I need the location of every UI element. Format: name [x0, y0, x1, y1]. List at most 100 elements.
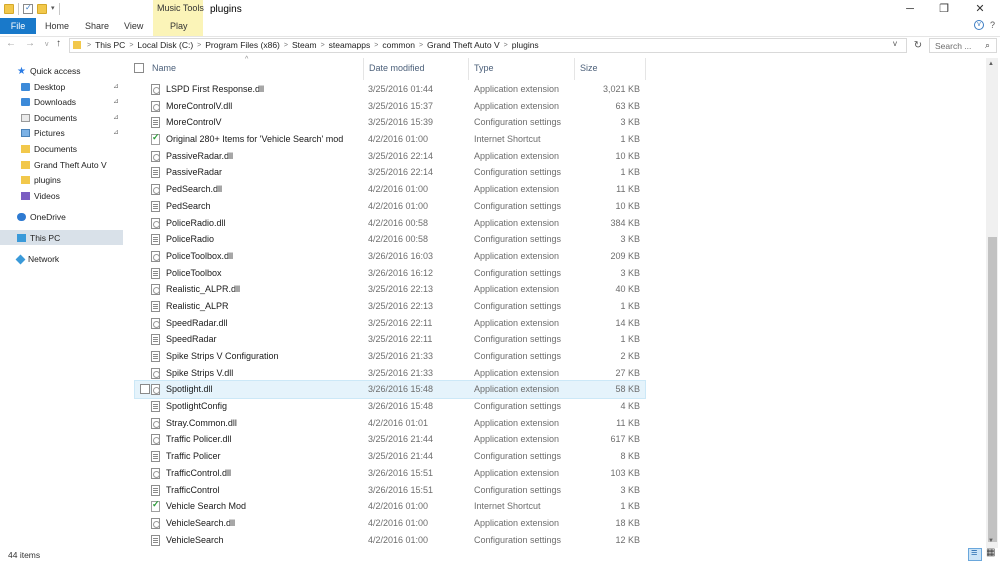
- file-row[interactable]: PedSearch 4/2/2016 01:00 Configuration set…: [135, 198, 645, 215]
- file-row[interactable]: MoreControlV.dll 3/25/2016 15:37 Applicati…: [135, 98, 645, 115]
- file-row[interactable]: LSPD First Response.dll 3/25/2016 01:44 Ap…: [135, 81, 645, 98]
- file-row[interactable]: PedSearch.dll 4/2/2016 01:00 Application e…: [135, 181, 645, 198]
- sidebar-item-plugins[interactable]: plugins: [21, 173, 61, 187]
- column-header-type[interactable]: Type: [474, 63, 494, 77]
- column-divider[interactable]: [468, 58, 469, 80]
- sidebar-item-this-pc[interactable]: This PC: [0, 230, 123, 245]
- file-row[interactable]: PoliceToolbox 3/26/2016 16:12 Configuratio…: [135, 265, 645, 282]
- config-file-icon: [151, 267, 160, 279]
- folder-icon: [4, 4, 14, 14]
- address-history-chevron-icon[interactable]: v: [893, 39, 897, 48]
- config-file-icon: [151, 300, 160, 312]
- breadcrumb-program-files[interactable]: Program Files (x86): [202, 40, 283, 50]
- recent-locations-chevron-icon[interactable]: v: [45, 41, 49, 48]
- file-row[interactable]: Realistic_ALPR.dll 3/25/2016 22:13 Applica…: [135, 281, 645, 298]
- forward-button[interactable]: →: [25, 38, 35, 49]
- close-button[interactable]: ✕: [964, 0, 996, 18]
- properties-icon[interactable]: [23, 3, 33, 14]
- sidebar-item-videos[interactable]: Videos: [21, 189, 60, 203]
- new-folder-icon[interactable]: [37, 4, 47, 14]
- sidebar-item-documents-folder[interactable]: Documents: [21, 142, 77, 156]
- file-size: 1 KB: [620, 134, 640, 145]
- file-date: 3/25/2016 21:33: [368, 367, 434, 378]
- file-row[interactable]: SpotlightConfig 3/26/2016 15:48 Configurat…: [135, 398, 645, 415]
- file-row[interactable]: VehicleSearch.dll 4/2/2016 01:00 Applicati…: [135, 515, 645, 532]
- file-row[interactable]: Spotlight.dll 3/26/2016 15:48 Application …: [134, 380, 646, 400]
- select-all-checkbox[interactable]: [134, 63, 144, 73]
- file-row[interactable]: PoliceRadio.dll 4/2/2016 00:58 Application…: [135, 215, 645, 232]
- dll-file-icon: [151, 284, 160, 296]
- breadcrumb-this-pc[interactable]: This PC: [92, 40, 128, 50]
- column-header-date[interactable]: Date modified: [369, 63, 425, 77]
- tab-home[interactable]: Home: [45, 18, 69, 34]
- breadcrumb-plugins[interactable]: plugins: [509, 40, 542, 50]
- column-divider[interactable]: [574, 58, 575, 80]
- file-row[interactable]: Traffic Policer 3/25/2016 21:44 Configurat…: [135, 448, 645, 465]
- sidebar-item-downloads[interactable]: Downloads: [21, 95, 76, 109]
- sidebar-item-onedrive[interactable]: OneDrive: [17, 210, 66, 224]
- file-row[interactable]: Traffic Policer.dll 3/25/2016 21:44 Applic…: [135, 431, 645, 448]
- file-name: Spike Strips V.dll: [166, 367, 234, 378]
- scroll-down-button[interactable]: ▼: [988, 538, 994, 544]
- file-row[interactable]: SpeedRadar 3/25/2016 22:11 Configuration s…: [135, 331, 645, 348]
- file-row[interactable]: Spike Strips V Configuration 3/25/2016 21…: [135, 348, 645, 365]
- scroll-up-button[interactable]: ▲: [988, 61, 994, 67]
- file-row[interactable]: VehicleSearch 4/2/2016 01:00 Configuration…: [135, 532, 645, 549]
- sidebar-item-network[interactable]: Network: [15, 252, 59, 266]
- breadcrumb-local-disk[interactable]: Local Disk (C:): [134, 40, 196, 50]
- file-row[interactable]: SpeedRadar.dll 3/25/2016 22:11 Application…: [135, 315, 645, 332]
- file-row[interactable]: Vehicle Search Mod 4/2/2016 01:00 Internet…: [135, 498, 645, 515]
- tab-play[interactable]: Play: [170, 18, 188, 34]
- column-header-name[interactable]: Name: [152, 63, 176, 77]
- sidebar-item-documents[interactable]: Documents: [21, 111, 77, 125]
- breadcrumb-steamapps[interactable]: steamapps: [326, 40, 374, 50]
- details-view-button[interactable]: [968, 547, 982, 561]
- pin-icon[interactable]: ⊿: [113, 97, 119, 105]
- row-checkbox[interactable]: [140, 384, 150, 395]
- expand-ribbon-chevron-icon[interactable]: v: [974, 20, 984, 30]
- file-row[interactable]: Realistic_ALPR 3/25/2016 22:13 Configurati…: [135, 298, 645, 315]
- tab-view[interactable]: View: [124, 18, 143, 34]
- file-row[interactable]: TrafficControl.dll 3/26/2016 15:51 Applica…: [135, 465, 645, 482]
- sidebar-item-grand-theft-auto-v[interactable]: Grand Theft Auto V: [21, 158, 107, 172]
- minimize-button[interactable]: ─: [894, 0, 926, 18]
- large-icons-view-button[interactable]: [984, 547, 998, 561]
- up-button[interactable]: ↑: [56, 38, 61, 49]
- file-row[interactable]: TrafficControl 3/26/2016 15:51 Configurati…: [135, 482, 645, 499]
- tab-share[interactable]: Share: [85, 18, 109, 34]
- file-type: Application extension: [474, 317, 560, 328]
- pin-icon[interactable]: ⊿: [113, 128, 119, 136]
- sidebar-item-desktop[interactable]: Desktop: [21, 80, 65, 94]
- sidebar-item-pictures[interactable]: Pictures: [21, 126, 65, 140]
- scrollbar-thumb[interactable]: [988, 237, 997, 542]
- customize-toolbar-chevron-icon[interactable]: ▾: [51, 4, 55, 14]
- sidebar-item-label: Videos: [34, 191, 60, 201]
- search-placeholder: Search ...: [935, 41, 972, 51]
- file-name: Traffic Policer: [166, 451, 221, 462]
- file-row[interactable]: PassiveRadar.dll 3/25/2016 22:14 Applicati…: [135, 148, 645, 165]
- file-row[interactable]: Spike Strips V.dll 3/25/2016 21:33 Applica…: [135, 365, 645, 382]
- breadcrumb-gta-v[interactable]: Grand Theft Auto V: [424, 40, 503, 50]
- breadcrumb-common[interactable]: common: [379, 40, 418, 50]
- refresh-button[interactable]: ↻: [910, 38, 926, 53]
- file-row[interactable]: Original 280+ Items for 'Vehicle Search'…: [135, 131, 645, 148]
- file-row[interactable]: Stray.Common.dll 4/2/2016 01:01 Applicatio…: [135, 415, 645, 432]
- column-divider[interactable]: [363, 58, 364, 80]
- file-row[interactable]: PassiveRadar 3/25/2016 22:14 Configuration…: [135, 164, 645, 181]
- tab-file[interactable]: File: [0, 18, 36, 34]
- column-divider[interactable]: [645, 58, 646, 80]
- file-row[interactable]: PoliceRadio 4/2/2016 00:58 Configuration s…: [135, 231, 645, 248]
- file-date: 3/25/2016 21:44: [368, 434, 434, 445]
- back-button[interactable]: ←: [6, 38, 16, 49]
- maximize-button[interactable]: ❐: [928, 0, 960, 18]
- file-row[interactable]: MoreControlV 3/25/2016 15:39 Configuration…: [135, 114, 645, 131]
- breadcrumb-steam[interactable]: Steam: [289, 40, 320, 50]
- sidebar-item-quick-access[interactable]: ★ Quick access: [17, 64, 81, 78]
- pin-icon[interactable]: ⊿: [113, 113, 119, 121]
- column-header-size[interactable]: Size: [580, 63, 598, 77]
- help-icon[interactable]: ?: [990, 20, 995, 30]
- file-row[interactable]: PoliceToolbox.dll 3/26/2016 16:03 Applicat…: [135, 248, 645, 265]
- pin-icon[interactable]: ⊿: [113, 82, 119, 90]
- search-icon[interactable]: ⌕: [985, 40, 990, 51]
- file-type: Application extension: [474, 384, 560, 395]
